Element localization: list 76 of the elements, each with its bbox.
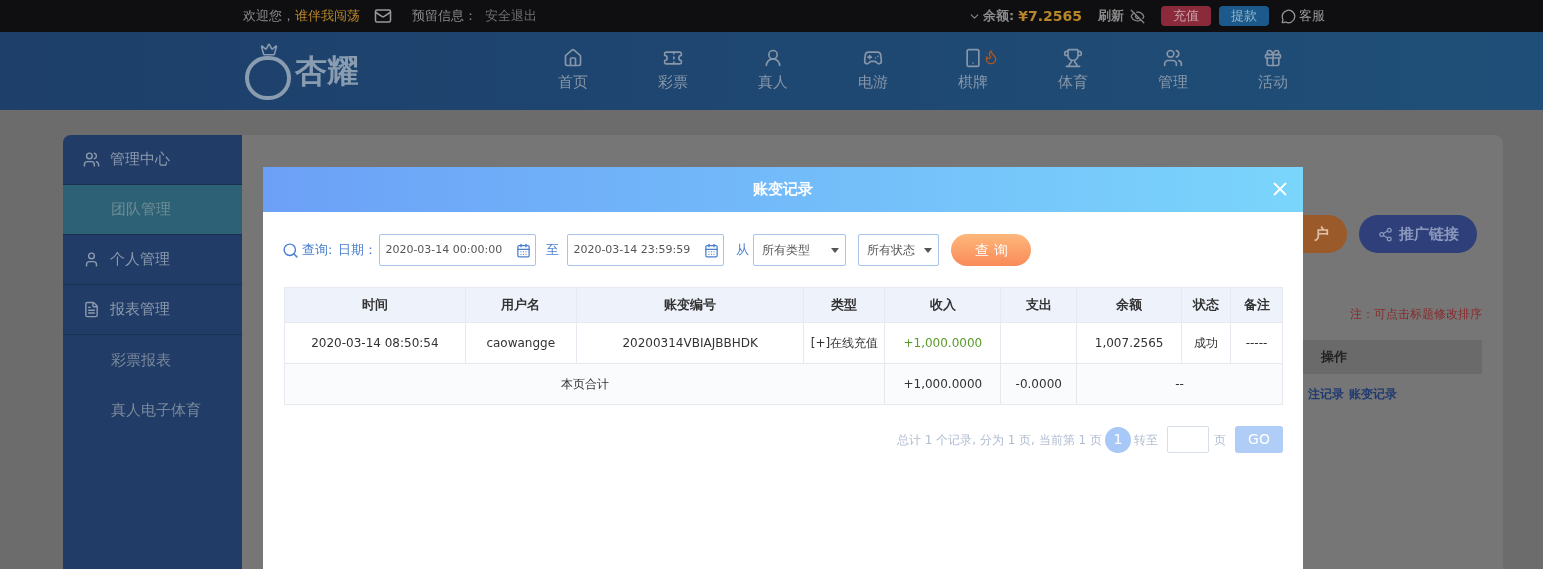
column-header: 类型 xyxy=(804,288,886,322)
table-cell: +1,000.0000 xyxy=(885,364,1002,404)
logo[interactable]: 杏耀 xyxy=(245,42,390,100)
column-header: 支出 xyxy=(1001,288,1078,322)
modal-title: 账变记录 xyxy=(753,179,813,201)
nav-item[interactable]: 棋牌 xyxy=(923,48,1023,94)
to-label: 至 xyxy=(546,241,560,260)
status-select[interactable]: 所有状态 xyxy=(858,234,940,266)
record-link[interactable]: 注记录 xyxy=(1308,385,1344,403)
nav-item[interactable]: 体育 xyxy=(1023,48,1123,94)
sidebar-item[interactable]: 彩票报表 xyxy=(63,335,242,385)
logo-text: 杏耀 xyxy=(295,51,360,91)
from-label: 从 xyxy=(736,241,750,260)
pagination-summary: 总计 1 个记录, 分为 1 页, 当前第 1 页 xyxy=(896,431,1102,449)
nav-item[interactable]: 首页 xyxy=(523,48,623,94)
column-header: 收入 xyxy=(885,288,1002,322)
sidebar-item[interactable]: 团队管理 xyxy=(63,185,242,235)
refresh-link[interactable]: 刷新 xyxy=(1098,6,1124,26)
chat-icon[interactable] xyxy=(1281,8,1296,24)
phone-icon xyxy=(963,48,983,69)
table-cell-text: ----- xyxy=(1244,335,1269,352)
document-icon xyxy=(83,301,100,318)
nav-item[interactable]: 真人 xyxy=(723,48,823,94)
nav-item[interactable]: 管理 xyxy=(1123,48,1223,94)
greeting-text: 欢迎您， xyxy=(243,7,295,26)
column-header: 用户名 xyxy=(465,288,577,322)
column-header: 时间 xyxy=(285,288,466,322)
column-header: 账变编号 xyxy=(576,288,805,322)
logout-link[interactable]: 安全退出 xyxy=(485,6,537,26)
page-input[interactable] xyxy=(1167,426,1209,453)
calendar-icon xyxy=(704,242,720,258)
record-link[interactable]: 账变记录 xyxy=(1349,385,1397,403)
mail-icon[interactable] xyxy=(374,7,392,25)
balance-value: ¥7.2565 xyxy=(1018,6,1082,26)
type-select[interactable]: 所有类型 xyxy=(753,234,847,266)
column-header: 操作 xyxy=(1321,348,1347,367)
table-cell: 本页合计 xyxy=(285,364,886,404)
share-icon xyxy=(1377,226,1393,242)
column-header: 余额 xyxy=(1077,288,1183,322)
column-header: 备注 xyxy=(1242,296,1271,315)
page-button[interactable]: 1 xyxy=(1105,426,1131,453)
dropdown-icon xyxy=(924,247,933,253)
page-unit-label: 页 xyxy=(1214,431,1226,449)
date-label: 日期： xyxy=(338,241,378,260)
search-icon xyxy=(282,241,299,259)
person-icon xyxy=(763,48,783,69)
sort-note: 注：可点击标题修改排序 xyxy=(1350,306,1482,323)
goto-label: 转至 xyxy=(1134,431,1158,449)
table-cell: -0.0000 xyxy=(1001,364,1078,404)
gift-icon xyxy=(1263,48,1283,69)
query-label: 查询: xyxy=(302,241,333,260)
promo-link-button[interactable]: 推广链接 xyxy=(1359,215,1477,253)
withdraw-button[interactable]: 提款 xyxy=(1219,6,1269,26)
deposit-button[interactable]: 充值 xyxy=(1161,6,1211,26)
balance-label: 余额: xyxy=(983,7,1015,26)
service-link[interactable]: 客服 xyxy=(1299,6,1325,26)
house-icon xyxy=(563,48,583,69)
sidebar-item[interactable]: 真人电子体育 xyxy=(63,385,242,435)
nav-item[interactable]: 活动 xyxy=(1223,48,1323,94)
nav-item[interactable]: 彩票 xyxy=(623,48,723,94)
trophy-icon xyxy=(1063,48,1083,69)
people-icon xyxy=(83,151,100,168)
nav-item[interactable]: 电游 xyxy=(823,48,923,94)
calendar-icon xyxy=(516,242,532,258)
dropdown-icon xyxy=(831,247,840,253)
table-cell-text: -- xyxy=(1174,376,1185,393)
query-button[interactable]: 查 询 xyxy=(951,234,1032,266)
column-header: 状态 xyxy=(1182,288,1232,322)
people-icon xyxy=(1163,48,1183,69)
end-date-field[interactable]: 2020-03-14 23:59:59 xyxy=(567,234,725,266)
person-icon xyxy=(83,251,100,268)
eye-off-icon[interactable] xyxy=(1130,8,1145,24)
flame-icon xyxy=(983,48,999,67)
reserved-info-label: 预留信息： xyxy=(412,7,477,26)
username-link[interactable]: 谁伴我闯荡 xyxy=(295,6,360,26)
start-date-field[interactable]: 2020-03-14 00:00:00 xyxy=(379,234,537,266)
